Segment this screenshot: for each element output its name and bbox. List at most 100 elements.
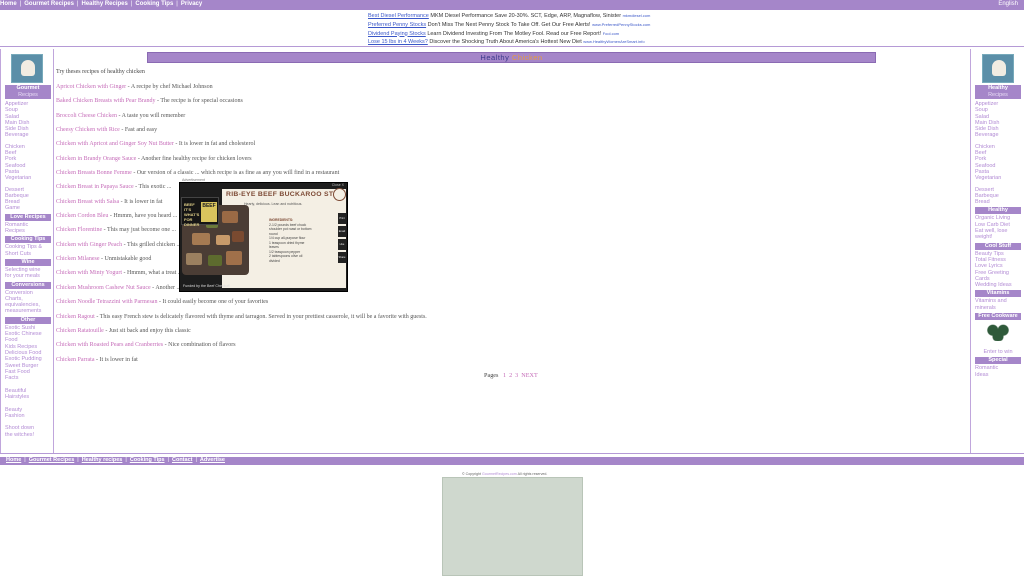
recipe-link[interactable]: Broccoli Cheese Chicken (56, 113, 117, 119)
recipe-link[interactable]: Chicken Breast in Papaya Sauce (56, 184, 134, 190)
text-ad-url[interactable]: mkmdiesel.com (623, 13, 651, 18)
ad-side-button[interactable]: Share (338, 252, 346, 263)
bottom-nav-link[interactable]: Advertise (200, 457, 225, 463)
recipe-row: Chicken Ratatouille - Just sit back and … (56, 328, 756, 342)
recipe-link[interactable]: Chicken with Minty Yogurt (56, 270, 122, 276)
sidebar-menu-item[interactable]: the witches! (5, 432, 51, 438)
sidebar-menu-item[interactable]: Short Cuts (5, 251, 51, 257)
sidebar-menu-item[interactable]: Ideas (975, 372, 1021, 378)
nav-separator: | (77, 457, 79, 463)
text-ad-url[interactable]: www.PreferredPennyStocks.com (592, 22, 650, 27)
copyright-prefix: © Copyright (462, 472, 482, 476)
nav-separator: | (19, 1, 22, 7)
top-nav-link[interactable]: Healthy Recipes (81, 1, 127, 7)
sidebar-menu-item[interactable]: minerals (975, 305, 1021, 311)
sidebar-menu-item[interactable]: weight! (975, 234, 1021, 240)
recipe-description: - Our version of a classic ... which rec… (131, 170, 340, 177)
recipe-link[interactable]: Chicken Noodle Tetrazzini with Parmesan (56, 299, 157, 305)
recipe-link[interactable]: Cheesy Chicken with Rice (56, 127, 120, 133)
recipe-link[interactable]: Chicken Milanese (56, 256, 100, 262)
page-link[interactable]: 3 (515, 372, 518, 379)
recipe-description: - This may just become one ... (102, 227, 177, 234)
bottom-nav-link[interactable]: Contact (172, 457, 192, 463)
top-nav-link[interactable]: Privacy (181, 1, 202, 7)
right-sidebar: Healthy Recipes Appetizer Soup Salad Main D… (970, 49, 1024, 453)
top-nav-link[interactable]: Home (0, 1, 17, 7)
page-link[interactable]: 2 (509, 372, 512, 379)
text-ad-title[interactable]: Best Diesel Performance (368, 13, 429, 19)
page-link[interactable]: NEXT (521, 372, 538, 379)
text-ad-title[interactable]: Preferred Penny Stocks (368, 22, 426, 28)
bottom-nav-link[interactable]: Gourmet Recipes (29, 457, 75, 463)
recipe-link[interactable]: Chicken Mushroom Cashew Nut Sauce (56, 285, 151, 291)
ad-side-button[interactable]: Email (338, 226, 346, 237)
recipe-link[interactable]: Chicken Parrata (56, 357, 94, 363)
ad-close-button[interactable]: Close X (332, 183, 344, 187)
nav-separator: | (76, 1, 79, 7)
bottom-ad-banner[interactable] (442, 477, 583, 576)
chef-logo-icon[interactable] (982, 54, 1014, 83)
top-nav-link[interactable]: Gourmet Recipes (24, 1, 74, 7)
recipe-description: - This exotic ... (133, 184, 172, 191)
beef-stew-popup-ad[interactable]: Close X RIB-EYE BEEF BUCKAROO STEW Heart… (179, 182, 348, 292)
text-ad-url[interactable]: Fool.com (603, 31, 619, 36)
text-ad-desc: Discover the Shocking Truth About Americ… (429, 39, 582, 46)
recipe-row: Baked Chicken Breasts with Pear Brandy -… (56, 98, 756, 112)
recipe-row: Chicken Parrata - It is lower in fat (56, 357, 756, 371)
text-ad-title[interactable]: Dividend Paying Stocks (368, 31, 426, 37)
sidebar-menu-item[interactable]: measurements (5, 308, 51, 314)
sidebar-menu-item[interactable]: Enter to win (975, 349, 1021, 355)
recipe-link[interactable]: Chicken with Apricot and Ginger Soy Nut … (56, 141, 174, 147)
recipe-description: - Fast and easy (119, 127, 158, 134)
left-sidebar: Gourmet Recipes Appetizer Soup Salad Main D… (0, 49, 54, 453)
sidebar-menu-item[interactable]: for your meals (5, 273, 51, 279)
bottom-nav-link[interactable]: Home (6, 457, 21, 463)
recipe-link[interactable]: Chicken Cordon Bleu (56, 213, 108, 219)
recipe-row: Broccoli Cheese Chicken - A taste you wi… (56, 113, 756, 127)
ingredient-item: divided (269, 258, 280, 263)
divider (0, 453, 1024, 454)
ad-funded-text: Funded by the Beef Checkoff. (183, 284, 231, 288)
text-ad-title[interactable]: Lose 15 lbs in 4 Weeks? (368, 39, 428, 45)
left-header-title: Gourmet (16, 85, 40, 91)
recipe-link[interactable]: Chicken Ratatouille (56, 328, 104, 334)
pages-label: Pages (484, 372, 499, 379)
recipe-row: Chicken Breasts Bonne Femme - Our versio… (56, 170, 756, 184)
recipe-description: - A recipe by chef Michael Johnson (126, 84, 213, 90)
recipe-row: Chicken Breast in Papaya Sauce - This ex… (56, 184, 756, 198)
ad-side-button[interactable]: Print (338, 213, 346, 224)
badge-text: BEEF IT'S WHAT'S FOR DINNER (184, 202, 200, 227)
recipe-link[interactable]: Chicken Breast with Salsa (56, 199, 119, 205)
right-header-title: Healthy (988, 85, 1008, 91)
recipe-link[interactable]: Apricot Chicken with Ginger (56, 84, 126, 90)
top-nav-right-link[interactable]: English (998, 1, 1018, 7)
recipe-link[interactable]: Chicken in Brandy Orange Sauce (56, 156, 136, 162)
menu-section-header: Healthy (975, 207, 1021, 215)
chef-logo-icon[interactable] (11, 54, 43, 83)
copyright-site-link[interactable]: GourmetRecipes.com (482, 472, 517, 476)
bottom-nav-link[interactable]: Healthy recipes (82, 457, 123, 463)
top-nav-link[interactable]: Cooking Tips (135, 1, 173, 7)
recipe-link[interactable]: Chicken with Ginger Peach (56, 242, 122, 248)
page-link[interactable]: 1 (503, 372, 506, 379)
recipe-link[interactable]: Chicken Florentine (56, 227, 102, 233)
cookware-icon[interactable] (985, 323, 1011, 342)
ad-side-button[interactable]: Like (338, 239, 346, 250)
beef-badge: BEEF IT'S WHAT'S FOR DINNER BEEF (181, 197, 219, 227)
recipe-description: - It could easily become one of your fav… (157, 299, 269, 306)
recipe-link[interactable]: Chicken with Roasted Pears and Cranberri… (56, 342, 163, 348)
sidebar-menu-item[interactable]: Game (5, 205, 51, 211)
recipe-description: - This grilled chicken ... (122, 241, 182, 248)
menu-section-header: Special (975, 357, 1021, 365)
recipe-link[interactable]: Chicken Ragout (56, 314, 95, 320)
nav-separator: | (125, 457, 127, 463)
recipe-link[interactable]: Baked Chicken Breasts with Pear Brandy (56, 98, 155, 104)
bottom-nav-link[interactable]: Cooking Tips (130, 457, 165, 463)
text-ad-url[interactable]: www.HealthyWomenAreSmart.info (583, 39, 644, 44)
recipe-description: - A taste you will remember (116, 112, 186, 119)
recipe-description: - Another fine healthy recipe for chicke… (136, 155, 252, 162)
recipe-link[interactable]: Chicken Breasts Bonne Femme (56, 170, 132, 176)
sidebar-menu-item[interactable]: Wedding Ideas (975, 282, 1021, 288)
sidebar-menu-item[interactable]: Bread (975, 199, 1021, 205)
sidebar-menu-item[interactable]: Recipes (5, 228, 51, 234)
